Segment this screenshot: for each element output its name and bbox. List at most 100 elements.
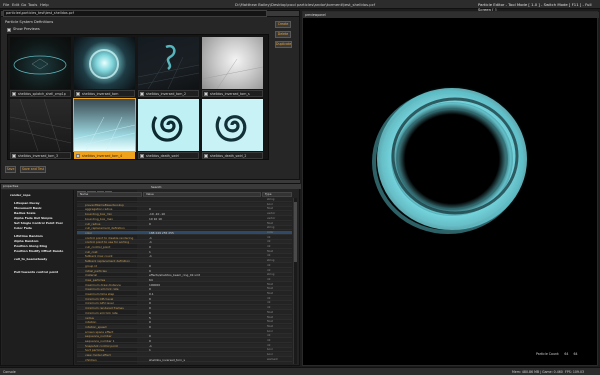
- thumbnail-selected[interactable]: shelldos_inversed_torn_4: [73, 98, 136, 160]
- thumbnail-checkbox[interactable]: [76, 154, 80, 158]
- col-header-type[interactable]: Type: [262, 192, 292, 197]
- scrollbar[interactable]: [293, 198, 297, 364]
- property-value[interactable]: 0: [149, 334, 151, 338]
- property-value[interactable]: 0: [149, 325, 151, 329]
- property-row[interactable]: control point to disable rendering -1 int: [77, 236, 292, 240]
- property-value[interactable]: -1: [149, 240, 152, 244]
- tree-item[interactable]: Movement Basic: [14, 206, 42, 210]
- property-value[interactable]: 0: [149, 287, 151, 291]
- console-label[interactable]: Console: [3, 370, 16, 374]
- thumbnail[interactable]: shelldos_inversed_torn_s: [202, 37, 263, 98]
- menu-go[interactable]: Go: [21, 2, 26, 7]
- thumbnail-checkbox[interactable]: [12, 154, 16, 158]
- property-row[interactable]: aggregation radius 0 float: [77, 207, 292, 212]
- tree-item[interactable]: render_rope: [10, 193, 31, 197]
- property-row[interactable]: minimum sim tick rate 0 float: [77, 311, 292, 315]
- thumbnail-checkbox[interactable]: [76, 92, 80, 96]
- save-button[interactable]: Save: [5, 166, 16, 173]
- property-value[interactable]: 0: [149, 297, 151, 301]
- property-value[interactable]: -1: [149, 254, 152, 258]
- property-row[interactable]: cull_radius 0 float: [77, 221, 292, 226]
- delete-button[interactable]: Delete: [275, 31, 291, 38]
- property-row[interactable]: children shelldos_inversed_torn_s element: [77, 358, 292, 362]
- property-row[interactable]: control point to use for sorting -1 int: [77, 240, 292, 245]
- file-path-field[interactable]: particles\particles_test\test_shelldos.p…: [3, 10, 267, 17]
- property-row[interactable]: preventNameBasedLookup bool: [77, 202, 292, 207]
- property-row[interactable]: minimum GPU level 0 int: [77, 301, 292, 306]
- property-row[interactable]: cull_cost 1 float: [77, 249, 292, 254]
- property-row[interactable]: cull_replacement_definition string: [77, 226, 292, 231]
- thumbnail-checkbox[interactable]: [140, 92, 144, 96]
- thumbnail[interactable]: shelldos_inversed_torn_3: [10, 99, 71, 160]
- tree-item[interactable]: Alpha Fade Out Simple: [14, 216, 53, 220]
- property-row[interactable]: material effects/shelldos_beam_ring_02.vm…: [77, 273, 292, 278]
- menu-file[interactable]: File: [3, 2, 9, 7]
- property-value[interactable]: 0: [149, 311, 151, 315]
- tree-item[interactable]: Alpha Random: [14, 239, 39, 243]
- property-value[interactable]: 0: [149, 269, 151, 273]
- show-previews-checkbox[interactable]: [7, 28, 11, 32]
- property-value[interactable]: 0: [149, 301, 151, 305]
- property-row[interactable]: color 188 249 255 255 color: [77, 230, 292, 235]
- menu-tools[interactable]: Tools: [28, 2, 37, 7]
- property-row[interactable]: view model effect bool: [77, 353, 292, 358]
- tree-item[interactable]: cull_to_beamsteady: [14, 257, 47, 261]
- property-value[interactable]: effects/shelldos_beam_ring_02.vmt: [149, 273, 200, 277]
- menu-help[interactable]: Help: [40, 2, 49, 7]
- tree-item[interactable]: Color Fade: [14, 226, 32, 230]
- col-header-value[interactable]: Value: [143, 192, 261, 197]
- property-row[interactable]: sequence_number 0 int: [77, 334, 292, 339]
- property-value[interactable]: 188 249 255 255: [149, 231, 174, 235]
- property-value[interactable]: 0: [149, 264, 151, 268]
- property-value[interactable]: 5: [149, 316, 151, 320]
- tree-item[interactable]: Position Modify Offset Rando: [14, 249, 63, 253]
- thumbnail[interactable]: shelldos_inversed_torn_2: [138, 37, 199, 98]
- property-row[interactable]: bounding_box_min -10 -10 -10 vector: [77, 212, 292, 217]
- property-value[interactable]: 64: [149, 278, 153, 282]
- property-value[interactable]: 0: [149, 320, 151, 324]
- property-row[interactable]: bounding_box_max 10 10 10 vector: [77, 217, 292, 221]
- property-row[interactable]: max_particles 64 int: [77, 277, 292, 282]
- property-row[interactable]: screen space effect bool: [77, 330, 292, 334]
- property-row[interactable]: cull_control_point 0 int: [77, 245, 292, 249]
- tree-item[interactable]: Position Along Ring: [14, 244, 47, 248]
- property-row[interactable]: maximum sim tick rate 0 float: [77, 287, 292, 292]
- property-value[interactable]: shelldos_inversed_torn_s: [149, 358, 185, 362]
- thumbnail-checkbox[interactable]: [204, 92, 208, 96]
- tree-item[interactable]: Set Single Control Point Posi: [14, 221, 63, 225]
- thumbnail-checkbox[interactable]: [204, 154, 208, 158]
- scrollbar-thumb[interactable]: [294, 202, 297, 262]
- property-row[interactable]: maximum draw distance 100000 float: [77, 283, 292, 287]
- property-row[interactable]: string: [77, 198, 292, 202]
- menu-edit[interactable]: Edit: [12, 2, 19, 7]
- property-value[interactable]: 0: [149, 339, 151, 343]
- property-row[interactable]: fallback max count -1 int: [77, 254, 292, 259]
- property-value[interactable]: 0: [149, 306, 151, 310]
- col-header-name[interactable]: Name: [77, 192, 142, 197]
- duplicate-button[interactable]: Duplicate: [275, 41, 292, 48]
- property-row[interactable]: Snapshot control point -1 int: [77, 343, 292, 348]
- property-value[interactable]: 1: [149, 250, 151, 254]
- property-row[interactable]: minimum rendered frames 0 int: [77, 306, 292, 311]
- property-value[interactable]: -1: [149, 344, 152, 348]
- tree-item[interactable]: Lifetime Random: [14, 234, 43, 238]
- property-row[interactable]: radius 5 float: [77, 315, 292, 320]
- property-row[interactable]: rotation 0 float: [77, 320, 292, 325]
- property-value[interactable]: 1: [149, 348, 151, 352]
- tree-item[interactable]: Lifespan Decay: [14, 201, 40, 205]
- property-value[interactable]: 0: [149, 245, 151, 249]
- thumbnail-checkbox[interactable]: [12, 92, 16, 96]
- tree-item[interactable]: Radius Scale: [14, 211, 36, 215]
- property-row[interactable]: group id 0 int: [77, 264, 292, 268]
- thumbnail[interactable]: shelldos_death_swirl: [138, 99, 199, 160]
- thumbnail[interactable]: shelldos_death_swirl_2: [202, 99, 263, 160]
- property-value[interactable]: 0: [149, 207, 151, 211]
- property-row[interactable]: initial_particles 0 int: [77, 268, 292, 273]
- property-value[interactable]: -10 -10 -10: [149, 212, 165, 216]
- create-button[interactable]: Create: [275, 21, 291, 28]
- save-and-test-button[interactable]: Save and Test: [20, 166, 46, 173]
- property-row[interactable]: maximum time step 0.1 float: [77, 292, 292, 296]
- property-row[interactable]: sequence_number 1 0 int: [77, 339, 292, 343]
- property-value[interactable]: 0: [149, 222, 151, 226]
- tree-item[interactable]: Pull towards control point: [14, 270, 58, 274]
